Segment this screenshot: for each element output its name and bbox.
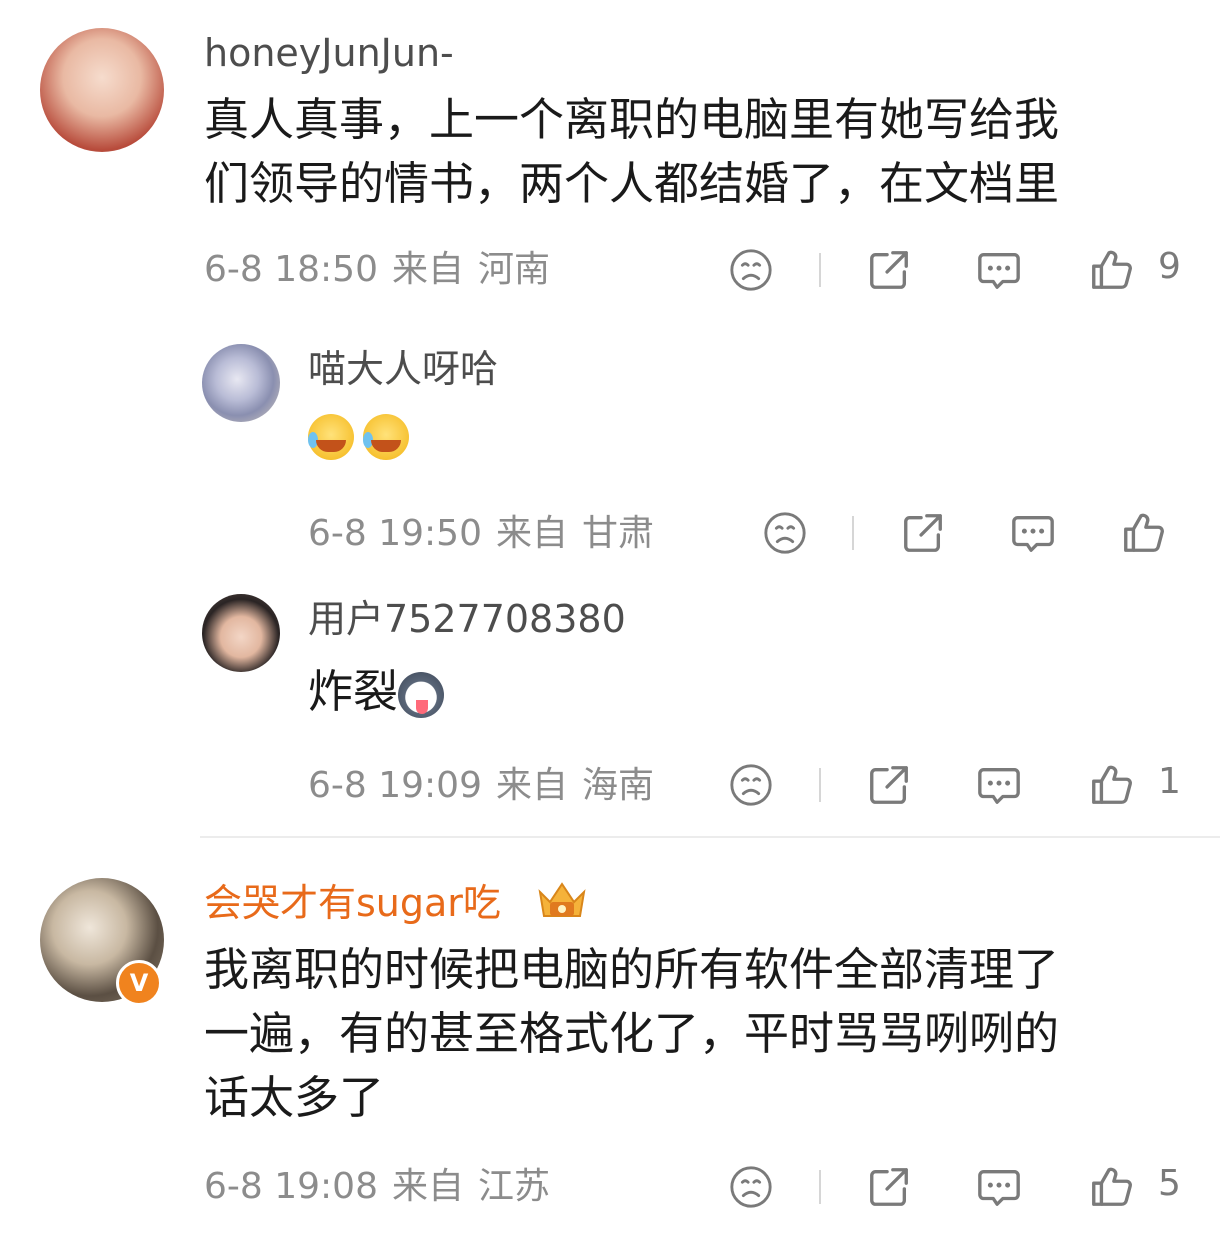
comment-from: 来自 [496,765,569,806]
comment-icon [976,762,1022,808]
share-button[interactable] [864,1162,914,1212]
comment-meta: 6-8 19:08 来自 江苏 [204,1169,564,1205]
comment-meta: 6-8 19:50 来自 甘肃 [308,516,668,552]
comment-icon [976,247,1022,293]
username[interactable]: 会哭才有sugar吃 [204,884,501,922]
like-icon [1088,247,1134,293]
comment-text [308,414,410,460]
share-button[interactable] [864,245,914,295]
sad-face-icon [762,510,808,556]
comment-location: 海南 [582,765,655,806]
separator [819,253,821,287]
comment-item: V 会哭才有sugar吃 我离职的时候把电脑的所有软件全部清理了 一遍，有的甚至… [0,850,1220,1239]
like-button[interactable] [1086,245,1136,295]
reply-item: 用户7527708380 炸裂 6-8 19:09 来自 海南 1 [0,580,1220,830]
reply-button[interactable] [974,245,1024,295]
like-button[interactable] [1086,760,1136,810]
avatar[interactable] [202,594,280,672]
action-bar: 1 [726,760,1206,810]
like-icon [1120,510,1166,556]
avatar[interactable] [202,344,280,422]
share-button[interactable] [898,508,948,558]
reply-button[interactable] [1008,508,1058,558]
divider [200,836,1220,838]
like-icon [1088,762,1134,808]
husky-emoji [398,672,445,718]
like-count: 5 [1158,1163,1181,1204]
reply-button[interactable] [974,1162,1024,1212]
separator [819,1170,821,1204]
dislike-button[interactable] [726,760,776,810]
dislike-button[interactable] [726,1162,776,1212]
laugh-cry-emoji [363,414,410,460]
comment-location: 甘肃 [582,513,655,554]
laugh-cry-emoji [308,414,354,460]
username[interactable]: 喵大人呀哈 [308,350,498,388]
share-icon [900,510,946,556]
comment-meta: 6-8 19:09 来自 海南 [308,768,668,804]
like-button[interactable] [1118,508,1168,558]
reply-item: 喵大人呀哈 6-8 19:50 来自 甘肃 [0,310,1220,580]
comment-text: 我离职的时候把电脑的所有软件全部清理了 一遍，有的甚至格式化了，平时骂骂咧咧的 … [204,943,1060,1124]
like-count: 9 [1158,246,1181,287]
verified-badge: V [116,960,162,1006]
sad-face-icon [728,1164,774,1210]
like-button[interactable] [1086,1162,1136,1212]
comment-text: 真人真事，上一个离职的电脑里有她写给我 们领导的情书，两个人都结婚了，在文档里 [204,93,1060,210]
dislike-button[interactable] [760,508,810,558]
action-bar [760,508,1180,558]
comment-from: 来自 [496,513,569,554]
like-icon [1088,1164,1134,1210]
share-icon [866,762,912,808]
separator [852,516,854,550]
sad-face-icon [728,247,774,293]
crown-badge-icon [538,882,586,917]
dislike-button[interactable] [726,245,776,295]
share-icon [866,247,912,293]
comment-from: 来自 [392,249,465,290]
comment-time: 6-8 19:08 [204,1166,378,1207]
comment-location: 江苏 [478,1166,551,1207]
sad-face-icon [728,762,774,808]
username[interactable]: 用户7527708380 [308,600,626,638]
share-button[interactable] [864,760,914,810]
comment-item: honeyJunJun- 真人真事，上一个离职的电脑里有她写给我 们领导的情书，… [0,0,1220,310]
comment-time: 6-8 18:50 [204,249,378,290]
reply-button[interactable] [974,760,1024,810]
separator [819,768,821,802]
username[interactable]: honeyJunJun- [204,34,454,72]
comment-icon [1010,510,1056,556]
share-icon [866,1164,912,1210]
comment-icon [976,1164,1022,1210]
comment-time: 6-8 19:09 [308,765,482,806]
like-count: 1 [1158,761,1181,802]
action-bar: 9 [726,245,1206,295]
comment-meta: 6-8 18:50 来自 河南 [204,252,564,288]
comment-text: 炸裂 [308,665,399,718]
avatar[interactable] [40,28,164,152]
comment-location: 河南 [478,249,551,290]
comment-time: 6-8 19:50 [308,513,482,554]
comment-from: 来自 [392,1166,465,1207]
action-bar: 5 [726,1162,1206,1212]
comment-body: 炸裂 [308,660,445,724]
